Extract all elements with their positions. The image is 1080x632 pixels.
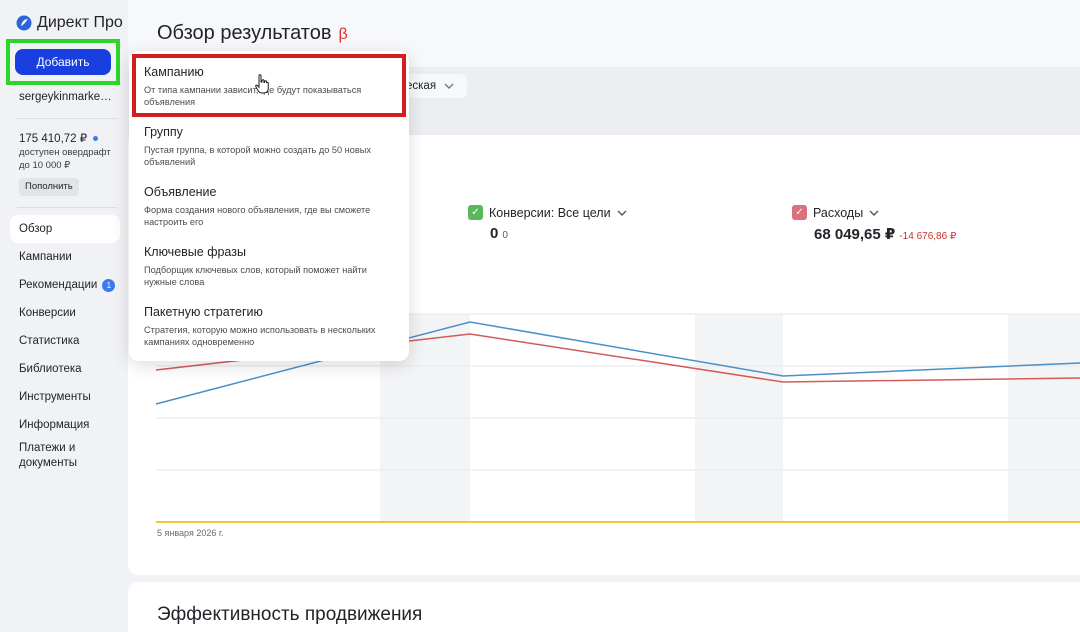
menu-item-title: Объявление: [144, 185, 217, 199]
metric-value: 0: [490, 225, 499, 242]
sidebar-item-tools[interactable]: Инструменты: [10, 383, 120, 411]
sidebar-item-recommendations[interactable]: Рекомендации 1: [10, 271, 120, 299]
add-button-highlight: Добавить: [6, 39, 120, 85]
menu-item-description: Пустая группа, в которой можно создать д…: [144, 145, 371, 167]
sidebar-item-campaigns[interactable]: Кампании: [10, 243, 120, 271]
overdraft-info: доступен овердрафт до 10 000 ₽: [19, 147, 111, 171]
balance-amount: 175 410,72 ₽: [19, 133, 88, 145]
divider: [17, 118, 117, 119]
logo-text: Директ Про: [37, 14, 123, 31]
sidebar-item-overview[interactable]: Обзор: [10, 215, 120, 243]
balance-status-dot: [93, 135, 99, 141]
logo[interactable]: Директ Про: [16, 14, 123, 32]
sidebar-item-label: Инструменты: [19, 391, 91, 403]
direct-logo-icon: [16, 15, 32, 31]
menu-item-keywords[interactable]: Ключевые фразы Подборщик ключевых слов, …: [129, 233, 409, 293]
menu-item-description: Форма создания нового объявления, где вы…: [144, 205, 371, 227]
sidebar-item-label: Кампании: [19, 251, 72, 263]
sidebar-item-label: Обзор: [19, 223, 53, 235]
sidebar: Директ Про Добавить sergeykinmarke… 175 …: [0, 0, 128, 632]
metric-expenses-selector[interactable]: ✓ Расходы: [792, 205, 879, 220]
checkbox-checked-icon: ✓: [792, 205, 807, 220]
sidebar-item-payments[interactable]: Платежи и документы: [10, 439, 100, 475]
checkbox-checked-icon: ✓: [468, 205, 483, 220]
topup-button[interactable]: Пополнить: [19, 178, 79, 196]
page-title: Обзор результатов β: [157, 22, 348, 45]
divider: [17, 207, 117, 208]
recommendations-count-badge: 1: [102, 278, 116, 292]
menu-item-ad[interactable]: Объявление Форма создания нового объявле…: [129, 173, 409, 233]
sidebar-item-information[interactable]: Информация: [10, 411, 120, 439]
chart-date-label: 5 января 2026 г.: [157, 528, 224, 538]
menu-item-group[interactable]: Группу Пустая группа, в которой можно со…: [129, 113, 409, 173]
chevron-down-icon: [617, 210, 627, 216]
sidebar-item-label: Платежи и документы: [19, 442, 78, 469]
sidebar-item-label: Библиотека: [19, 363, 82, 375]
metric-sub-value: 0: [502, 230, 508, 241]
chevron-down-icon: [869, 210, 879, 216]
page-title-text: Обзор результатов: [157, 22, 332, 44]
menu-item-title: Ключевые фразы: [144, 245, 246, 259]
sidebar-nav: Обзор Кампании Рекомендации 1 Конверсии …: [10, 215, 120, 475]
menu-item-campaign-highlight: [132, 54, 406, 117]
section-title: Эффективность продвижения: [157, 604, 423, 625]
metric-conversions-selector[interactable]: ✓ Конверсии: Все цели: [468, 205, 627, 220]
sidebar-item-conversions[interactable]: Конверсии: [10, 299, 120, 327]
metric-value: 68 049,65 ₽: [814, 226, 896, 243]
menu-item-description: Подборщик ключевых слов, который поможет…: [144, 265, 367, 287]
metric-delta: -14 676,86 ₽: [899, 231, 957, 242]
sidebar-item-label: Информация: [19, 419, 90, 431]
sidebar-item-label: Рекомендации: [19, 279, 98, 291]
username[interactable]: sergeykinmarke…: [19, 91, 114, 103]
beta-badge: β: [338, 26, 348, 43]
menu-item-description: Стратегия, которую можно использовать в …: [144, 325, 376, 347]
metric-conversions-value: 0 0: [490, 225, 508, 242]
add-button[interactable]: Добавить: [15, 49, 111, 75]
sidebar-item-statistics[interactable]: Статистика: [10, 327, 120, 355]
menu-item-batch-strategy[interactable]: Пакетную стратегию Стратегия, которую мо…: [129, 293, 409, 353]
metric-expenses-value: 68 049,65 ₽ -14 676,86 ₽: [814, 225, 956, 243]
metric-label: Расходы: [813, 205, 864, 220]
metric-label: Конверсии: Все цели: [489, 205, 611, 220]
sidebar-item-label: Конверсии: [19, 307, 76, 319]
menu-item-title: Группу: [144, 125, 183, 139]
sidebar-item-library[interactable]: Библиотека: [10, 355, 120, 383]
balance[interactable]: 175 410,72 ₽: [19, 131, 99, 145]
chevron-down-icon: [444, 83, 454, 89]
hand-pointer-cursor-icon: [255, 74, 269, 94]
menu-item-title: Пакетную стратегию: [144, 305, 263, 319]
sidebar-item-label: Статистика: [19, 335, 80, 347]
